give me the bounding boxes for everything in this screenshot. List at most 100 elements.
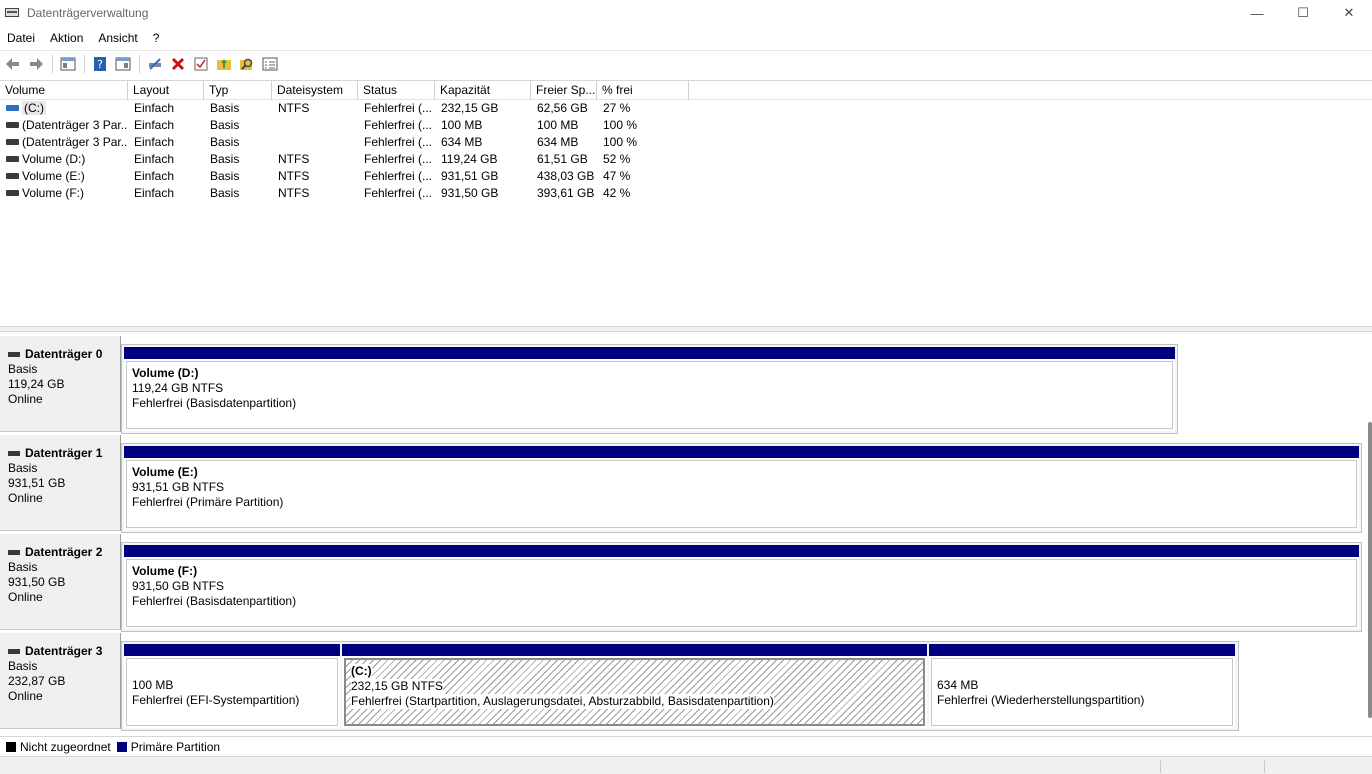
volume-layout: Einfach	[134, 169, 175, 183]
partition-status: Fehlerfrei (Startpartition, Auslagerungs…	[351, 694, 774, 709]
disk-label[interactable]: Datenträger 0 Basis 119,24 GB Online	[0, 336, 121, 432]
volume-percent-free: 100 %	[603, 135, 638, 149]
volume-capacity: 931,50 GB	[441, 186, 499, 200]
disk-partitions: 100 MB Fehlerfrei (EFI-Systempartition) …	[121, 641, 1239, 731]
back-button[interactable]	[2, 53, 24, 75]
table-row[interactable]: Volume (F:) Einfach Basis NTFS Fehlerfre…	[0, 185, 1372, 202]
folder-up-button[interactable]	[213, 53, 235, 75]
volume-filesystem: NTFS	[278, 101, 310, 115]
disk-type: Basis	[8, 659, 38, 673]
volume-layout: Einfach	[134, 135, 175, 149]
column-header-prozent-frei[interactable]: % frei	[597, 81, 689, 100]
show-hide-console-tree-button[interactable]	[57, 53, 79, 75]
menu-datei[interactable]: Datei	[0, 31, 43, 45]
back-arrow-icon	[6, 57, 19, 70]
partition-selected[interactable]: (C:) 232,15 GB NTFS Fehlerfrei (Startpar…	[342, 644, 927, 728]
volume-name: Volume (E:)	[22, 169, 85, 183]
volume-type: Basis	[210, 152, 240, 166]
table-row[interactable]: Volume (E:) Einfach Basis NTFS Fehlerfre…	[0, 168, 1372, 185]
volume-status: Fehlerfrei (...	[364, 152, 433, 166]
properties-button[interactable]	[112, 53, 134, 75]
connect-drive-button[interactable]	[144, 53, 166, 75]
minimize-button[interactable]: —	[1234, 0, 1280, 26]
disk-size: 232,87 GB	[8, 674, 66, 688]
volume-type: Basis	[210, 169, 240, 183]
volume-percent-free: 42 %	[603, 186, 631, 200]
volume-free-space: 61,51 GB	[537, 152, 588, 166]
column-header-volume[interactable]: Volume	[0, 81, 128, 100]
menu-help[interactable]: ?	[146, 31, 168, 45]
volume-name: (Datenträger 3 Par...	[22, 118, 128, 132]
volume-percent-free: 52 %	[603, 152, 631, 166]
disk-name: Datenträger 1	[25, 446, 103, 460]
menu-aktion[interactable]: Aktion	[43, 31, 91, 45]
column-header-status[interactable]: Status	[358, 81, 435, 100]
volume-type: Basis	[210, 186, 240, 200]
table-row[interactable]: (Datenträger 3 Par... Einfach Basis Fehl…	[0, 117, 1372, 134]
search-button[interactable]	[236, 53, 258, 75]
delete-button[interactable]	[167, 53, 189, 75]
disk-state: Online	[8, 491, 43, 505]
disk-size: 119,24 GB	[8, 377, 65, 391]
table-row[interactable]: Volume (D:) Einfach Basis NTFS Fehlerfre…	[0, 151, 1372, 168]
disk-type: Basis	[8, 461, 38, 475]
help-button[interactable]: ?	[89, 53, 111, 75]
disk-label[interactable]: Datenträger 3 Basis 232,87 GB Online	[0, 633, 121, 729]
column-header-kapazitaet[interactable]: Kapazität	[435, 81, 531, 100]
disk-icon	[8, 649, 20, 654]
partition[interactable]: 100 MB Fehlerfrei (EFI-Systempartition)	[124, 644, 340, 728]
toolbar: ?	[0, 50, 1372, 76]
volume-icon	[6, 172, 19, 179]
vertical-scrollbar[interactable]	[1368, 422, 1372, 718]
column-header-layout[interactable]: Layout	[128, 81, 204, 100]
partition-size: 931,50 GB NTFS	[132, 579, 225, 593]
volume-capacity: 634 MB	[441, 135, 483, 149]
partition-title: Volume (E:)	[132, 465, 198, 479]
window-title: Datenträgerverwaltung	[27, 6, 149, 20]
volume-percent-free: 100 %	[603, 118, 638, 132]
table-row[interactable]: (Datenträger 3 Par... Einfach Basis Fehl…	[0, 134, 1372, 151]
disk-icon	[8, 451, 20, 456]
partition-size: 634 MB	[937, 678, 979, 692]
disk-label[interactable]: Datenträger 1 Basis 931,51 GB Online	[0, 435, 121, 531]
column-header-typ[interactable]: Typ	[204, 81, 272, 100]
disk-state: Online	[8, 689, 43, 703]
partition-bar	[124, 347, 1175, 359]
search-icon	[240, 58, 253, 70]
close-button[interactable]: ✕	[1326, 0, 1372, 26]
title-bar: Datenträgerverwaltung — ☐ ✕	[0, 0, 1372, 26]
volume-icon	[6, 155, 19, 162]
volume-layout: Einfach	[134, 118, 175, 132]
table-row[interactable]: (C:) Einfach Basis NTFS Fehlerfrei (... …	[0, 100, 1372, 117]
partition-title: Volume (D:)	[132, 366, 199, 380]
disk-partitions: Volume (E:) 931,51 GB NTFS Fehlerfrei (P…	[121, 443, 1362, 533]
volume-free-space: 62,56 GB	[537, 101, 588, 115]
volume-free-space: 634 MB	[537, 135, 579, 149]
volume-status: Fehlerfrei (...	[364, 118, 433, 132]
partition[interactable]: 634 MB Fehlerfrei (Wiederherstellungspar…	[929, 644, 1235, 728]
delete-icon	[171, 57, 185, 70]
maximize-button[interactable]: ☐	[1280, 0, 1326, 26]
partition[interactable]: Volume (E:) 931,51 GB NTFS Fehlerfrei (P…	[124, 446, 1359, 530]
help-icon: ?	[94, 56, 106, 71]
properties-icon	[115, 57, 131, 70]
disk-icon	[8, 550, 20, 555]
volume-filesystem: NTFS	[278, 186, 310, 200]
forward-button[interactable]	[25, 53, 47, 75]
disk-management-app-icon	[5, 6, 21, 20]
volume-type: Basis	[210, 101, 240, 115]
settings-list-button[interactable]	[259, 53, 281, 75]
volume-icon	[6, 138, 19, 145]
partition[interactable]: Volume (F:) 931,50 GB NTFS Fehlerfrei (B…	[124, 545, 1359, 629]
legend-label-unallocated: Nicht zugeordnet	[20, 739, 111, 754]
check-button[interactable]	[190, 53, 212, 75]
partition-status: Fehlerfrei (Primäre Partition)	[132, 495, 284, 509]
column-header-freier-speicher[interactable]: Freier Sp...	[531, 81, 597, 100]
partition-size: 100 MB	[132, 678, 174, 692]
menu-ansicht[interactable]: Ansicht	[91, 31, 145, 45]
partition[interactable]: Volume (D:) 119,24 GB NTFS Fehlerfrei (B…	[124, 347, 1175, 431]
column-header-dateisystem[interactable]: Dateisystem	[272, 81, 358, 100]
disk-label[interactable]: Datenträger 2 Basis 931,50 GB Online	[0, 534, 121, 630]
volume-list-header: Volume Layout Typ Dateisystem Status Kap…	[0, 81, 1372, 100]
forward-arrow-icon	[30, 57, 43, 70]
